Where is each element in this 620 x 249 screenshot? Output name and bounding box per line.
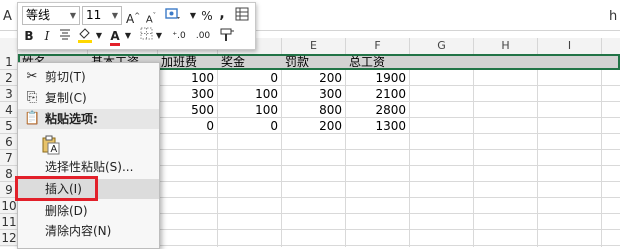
gridline bbox=[601, 54, 602, 247]
menu-item-copy[interactable]: ⎘ 复制(C) bbox=[18, 88, 159, 108]
row-header-bar: 1 2 3 4 5 6 7 8 9 10 11 12 bbox=[0, 54, 18, 247]
menu-item-paste-special[interactable]: 选择性粘贴(S)... bbox=[18, 157, 159, 177]
comma-style-button[interactable]: , bbox=[216, 5, 228, 23]
paste-option-button[interactable]: A bbox=[18, 131, 159, 157]
column-header-g[interactable]: G bbox=[410, 38, 474, 54]
cell-d3[interactable]: 100 bbox=[218, 86, 278, 102]
column-header-f[interactable]: F bbox=[346, 38, 410, 54]
cell-e2[interactable]: 200 bbox=[282, 70, 342, 86]
cell-e5[interactable]: 200 bbox=[282, 118, 342, 134]
chevron-down-icon[interactable]: ▼ bbox=[95, 27, 103, 45]
cell-d2[interactable]: 0 bbox=[218, 70, 278, 86]
cell-d1[interactable]: 奖金 bbox=[221, 54, 245, 70]
chevron-down-icon: ▼ bbox=[111, 11, 118, 20]
paste-options-header: 📋 粘贴选项: bbox=[18, 109, 159, 129]
row-header-11[interactable]: 11 bbox=[0, 214, 18, 230]
clipboard-icon: 📋 bbox=[24, 111, 41, 126]
gridline bbox=[473, 54, 474, 247]
bold-button[interactable]: B bbox=[22, 27, 36, 45]
font-name-value: 等线 bbox=[26, 8, 51, 22]
row-header-6[interactable]: 6 bbox=[0, 134, 18, 150]
percent-style-button[interactable]: % bbox=[200, 7, 214, 25]
row-header-12[interactable]: 12 bbox=[0, 230, 18, 246]
row-header-5[interactable]: 5 bbox=[0, 118, 18, 134]
font-size-select[interactable]: 11 ▼ bbox=[82, 6, 122, 25]
menu-item-label: 选择性粘贴(S)... bbox=[45, 160, 134, 174]
cell-c5[interactable]: 0 bbox=[158, 118, 214, 134]
cell-f2[interactable]: 1900 bbox=[346, 70, 406, 86]
shrink-font-button[interactable]: Aˇ bbox=[144, 7, 158, 25]
cell-f4[interactable]: 2800 bbox=[346, 102, 406, 118]
menu-item-label: 删除(D) bbox=[45, 204, 88, 218]
menu-item-delete[interactable]: 删除(D) bbox=[18, 201, 159, 221]
highlight-annotation-box bbox=[15, 176, 98, 201]
font-color-button[interactable]: A bbox=[107, 27, 123, 46]
fill-color-button[interactable] bbox=[76, 27, 94, 45]
scissors-icon: ✂ bbox=[26, 69, 38, 84]
menu-item-label: 剪切(T) bbox=[45, 70, 86, 84]
align-center-button[interactable] bbox=[58, 27, 72, 45]
cell-e4[interactable]: 800 bbox=[282, 102, 342, 118]
row-header-2[interactable]: 2 bbox=[0, 70, 18, 86]
name-box[interactable]: A bbox=[3, 9, 12, 24]
mini-toolbar: 等线 ▼ 11 ▼ A^ Aˇ ▼ % , B I ▼ A ▼ ▼ ⁺.0 .0… bbox=[17, 2, 256, 50]
menu-item-label: 清除内容(N) bbox=[45, 224, 112, 238]
font-color-icon: A bbox=[110, 30, 120, 46]
cell-d5[interactable]: 0 bbox=[218, 118, 278, 134]
column-header-h[interactable]: H bbox=[474, 38, 538, 54]
decrease-decimal-button[interactable]: .00 bbox=[192, 27, 214, 45]
chevron-down-icon[interactable]: ▼ bbox=[188, 7, 198, 25]
format-painter-icon bbox=[220, 28, 234, 41]
borders-button[interactable] bbox=[138, 27, 154, 45]
select-all-corner[interactable] bbox=[0, 38, 18, 54]
gridline bbox=[409, 54, 410, 247]
cell-d4[interactable]: 100 bbox=[218, 102, 278, 118]
formula-text-partial: h bbox=[609, 9, 618, 24]
row-header-1[interactable]: 1 bbox=[0, 54, 18, 70]
grow-font-button[interactable]: A^ bbox=[126, 7, 140, 26]
cell-c2[interactable]: 100 bbox=[158, 70, 214, 86]
chevron-down-icon: ▼ bbox=[69, 11, 76, 20]
cell-c1[interactable]: 加班费 bbox=[161, 54, 197, 70]
copy-icon: ⎘ bbox=[26, 90, 38, 105]
format-painter-button[interactable] bbox=[218, 27, 236, 45]
borders-icon bbox=[140, 27, 152, 40]
cell-c4[interactable]: 500 bbox=[158, 102, 214, 118]
italic-button[interactable]: I bbox=[40, 27, 54, 45]
column-header-i[interactable]: I bbox=[538, 38, 602, 54]
cell-c3[interactable]: 300 bbox=[158, 86, 214, 102]
row-header-3[interactable]: 3 bbox=[0, 86, 18, 102]
font-size-value: 11 bbox=[86, 8, 102, 22]
row-header-4[interactable]: 4 bbox=[0, 102, 18, 118]
context-menu: ✂ 剪切(T) ⎘ 复制(C) 📋 粘贴选项: A 选择性粘贴(S)... 插入… bbox=[15, 62, 160, 249]
cell-f5[interactable]: 1300 bbox=[346, 118, 406, 134]
chevron-down-icon[interactable]: ▼ bbox=[155, 27, 163, 45]
accounting-format-button[interactable] bbox=[162, 7, 184, 25]
shrink-font-icon: A bbox=[145, 14, 153, 26]
menu-item-label: 复制(C) bbox=[45, 91, 87, 105]
align-center-icon bbox=[60, 29, 70, 40]
menu-item-cut[interactable]: ✂ 剪切(T) bbox=[18, 67, 159, 87]
table-format-icon bbox=[235, 7, 249, 21]
cell-f1[interactable]: 总工资 bbox=[349, 54, 385, 70]
svg-text:A: A bbox=[51, 144, 58, 155]
gridline bbox=[537, 54, 538, 247]
cell-e3[interactable]: 300 bbox=[282, 86, 342, 102]
grow-font-icon: A bbox=[126, 12, 135, 26]
increase-decimal-button[interactable]: ⁺.0 bbox=[168, 27, 190, 45]
menu-section-label: 粘贴选项: bbox=[45, 112, 98, 126]
format-painter-grid-button[interactable] bbox=[234, 7, 250, 25]
chevron-down-icon[interactable]: ▼ bbox=[124, 27, 132, 45]
font-name-select[interactable]: 等线 ▼ bbox=[22, 6, 80, 25]
menu-item-clear-contents[interactable]: 清除内容(N) bbox=[18, 221, 159, 241]
column-header-e[interactable]: E bbox=[282, 38, 346, 54]
row-header-7[interactable]: 7 bbox=[0, 150, 18, 166]
accounting-format-icon bbox=[165, 8, 180, 19]
cell-e1[interactable]: 罚款 bbox=[285, 54, 309, 70]
fill-bucket-icon bbox=[78, 28, 92, 43]
cell-f3[interactable]: 2100 bbox=[346, 86, 406, 102]
